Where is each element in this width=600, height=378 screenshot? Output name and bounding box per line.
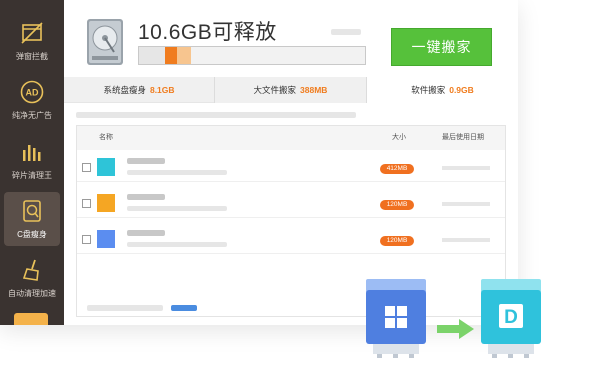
stats-tabs: 系统盘瘦身 8.1GB 大文件搬家 388MB 软件搬家 0.9GB [64, 77, 518, 104]
sidebar-item-label: 自动清理加速 [8, 289, 56, 298]
placeholder-text [127, 242, 227, 247]
progress-segment-used [165, 47, 177, 64]
placeholder-text [127, 230, 165, 236]
windows-drive-icon [366, 279, 426, 358]
fragment-clean-icon [23, 145, 41, 161]
table-header: 名称 大小 最后使用日期 [77, 126, 505, 150]
sidebar-item-label: 弹窗拦截 [16, 52, 48, 61]
stat-value: 388MB [300, 85, 328, 95]
stat-label: 大文件搬家 [253, 85, 297, 95]
sidebar-bottom-tab [14, 313, 48, 325]
row-checkbox[interactable] [82, 235, 91, 244]
column-last-used[interactable]: 最后使用日期 [442, 126, 484, 150]
sidebar-item-label: 碎片清理王 [12, 171, 52, 180]
file-icon [97, 230, 115, 248]
hard-disk-icon [87, 19, 123, 65]
space-progress-bar [138, 46, 366, 65]
sidebar-item-c-drive-slim[interactable]: C盘瘦身 [4, 192, 60, 246]
sidebar-item-label: C盘瘦身 [17, 230, 47, 239]
placeholder-text [127, 170, 227, 175]
row-checkbox[interactable] [82, 163, 91, 172]
table-row[interactable]: 120MB [77, 224, 505, 254]
ad-free-icon: AD [20, 80, 44, 104]
size-badge: 120MB [380, 236, 414, 246]
stat-value: 8.1GB [149, 85, 175, 95]
stat-value: 0.9GB [449, 85, 474, 95]
placeholder-text [76, 112, 356, 118]
date-placeholder [442, 166, 490, 170]
sidebar-item-ad-free[interactable]: AD 纯净无广告 [4, 73, 60, 127]
file-list-panel: 名称 大小 最后使用日期 412MB 120MB 120MB [76, 125, 506, 317]
progress-segment-releasable [177, 47, 191, 64]
row-checkbox[interactable] [82, 199, 91, 208]
table-row[interactable]: 120MB [77, 188, 505, 218]
sidebar-item-popup-block[interactable]: 弹窗拦截 [4, 14, 60, 68]
stat-label: 系统盘瘦身 [103, 85, 146, 95]
app-window: 弹窗拦截 AD 纯净无广告 碎片清理王 C盘瘦身 自动清理加速 10.6GB可释… [0, 0, 518, 325]
sidebar: 弹窗拦截 AD 纯净无广告 碎片清理王 C盘瘦身 自动清理加速 [0, 0, 64, 325]
popup-block-icon [21, 22, 43, 44]
footer-placeholder [87, 305, 163, 311]
size-badge: 120MB [380, 200, 414, 210]
file-icon [97, 194, 115, 212]
placeholder-text [127, 158, 165, 164]
sidebar-item-auto-clean[interactable]: 自动清理加速 [4, 251, 60, 305]
svg-text:D: D [504, 307, 518, 328]
stat-large-files[interactable]: 大文件搬家 388MB [215, 77, 366, 103]
stat-software-move[interactable]: 软件搬家 0.9GB [367, 77, 518, 104]
column-size[interactable]: 大小 [392, 126, 406, 150]
placeholder-text [127, 206, 227, 211]
placeholder-text [331, 29, 361, 35]
auto-clean-broom-icon [22, 259, 39, 281]
placeholder-text [127, 194, 165, 200]
d-drive-icon: D [481, 279, 541, 358]
size-badge: 412MB [380, 164, 414, 174]
page-title: 10.6GB可释放 [138, 21, 277, 44]
sidebar-item-label: 纯净无广告 [12, 111, 52, 120]
arrow-right-icon [437, 319, 474, 339]
c-drive-slim-icon [23, 200, 41, 222]
table-row[interactable]: 412MB [77, 152, 505, 182]
stat-label: 软件搬家 [411, 85, 446, 95]
column-name[interactable]: 名称 [99, 126, 113, 150]
svg-text:AD: AD [26, 88, 39, 98]
one-click-move-button[interactable]: 一键搬家 [391, 28, 492, 66]
date-placeholder [442, 238, 490, 242]
stat-system-disk[interactable]: 系统盘瘦身 8.1GB [64, 77, 214, 103]
footer-action-placeholder[interactable] [171, 305, 197, 311]
date-placeholder [442, 202, 490, 206]
sidebar-item-fragment-clean[interactable]: 碎片清理王 [4, 133, 60, 187]
file-icon [97, 158, 115, 176]
